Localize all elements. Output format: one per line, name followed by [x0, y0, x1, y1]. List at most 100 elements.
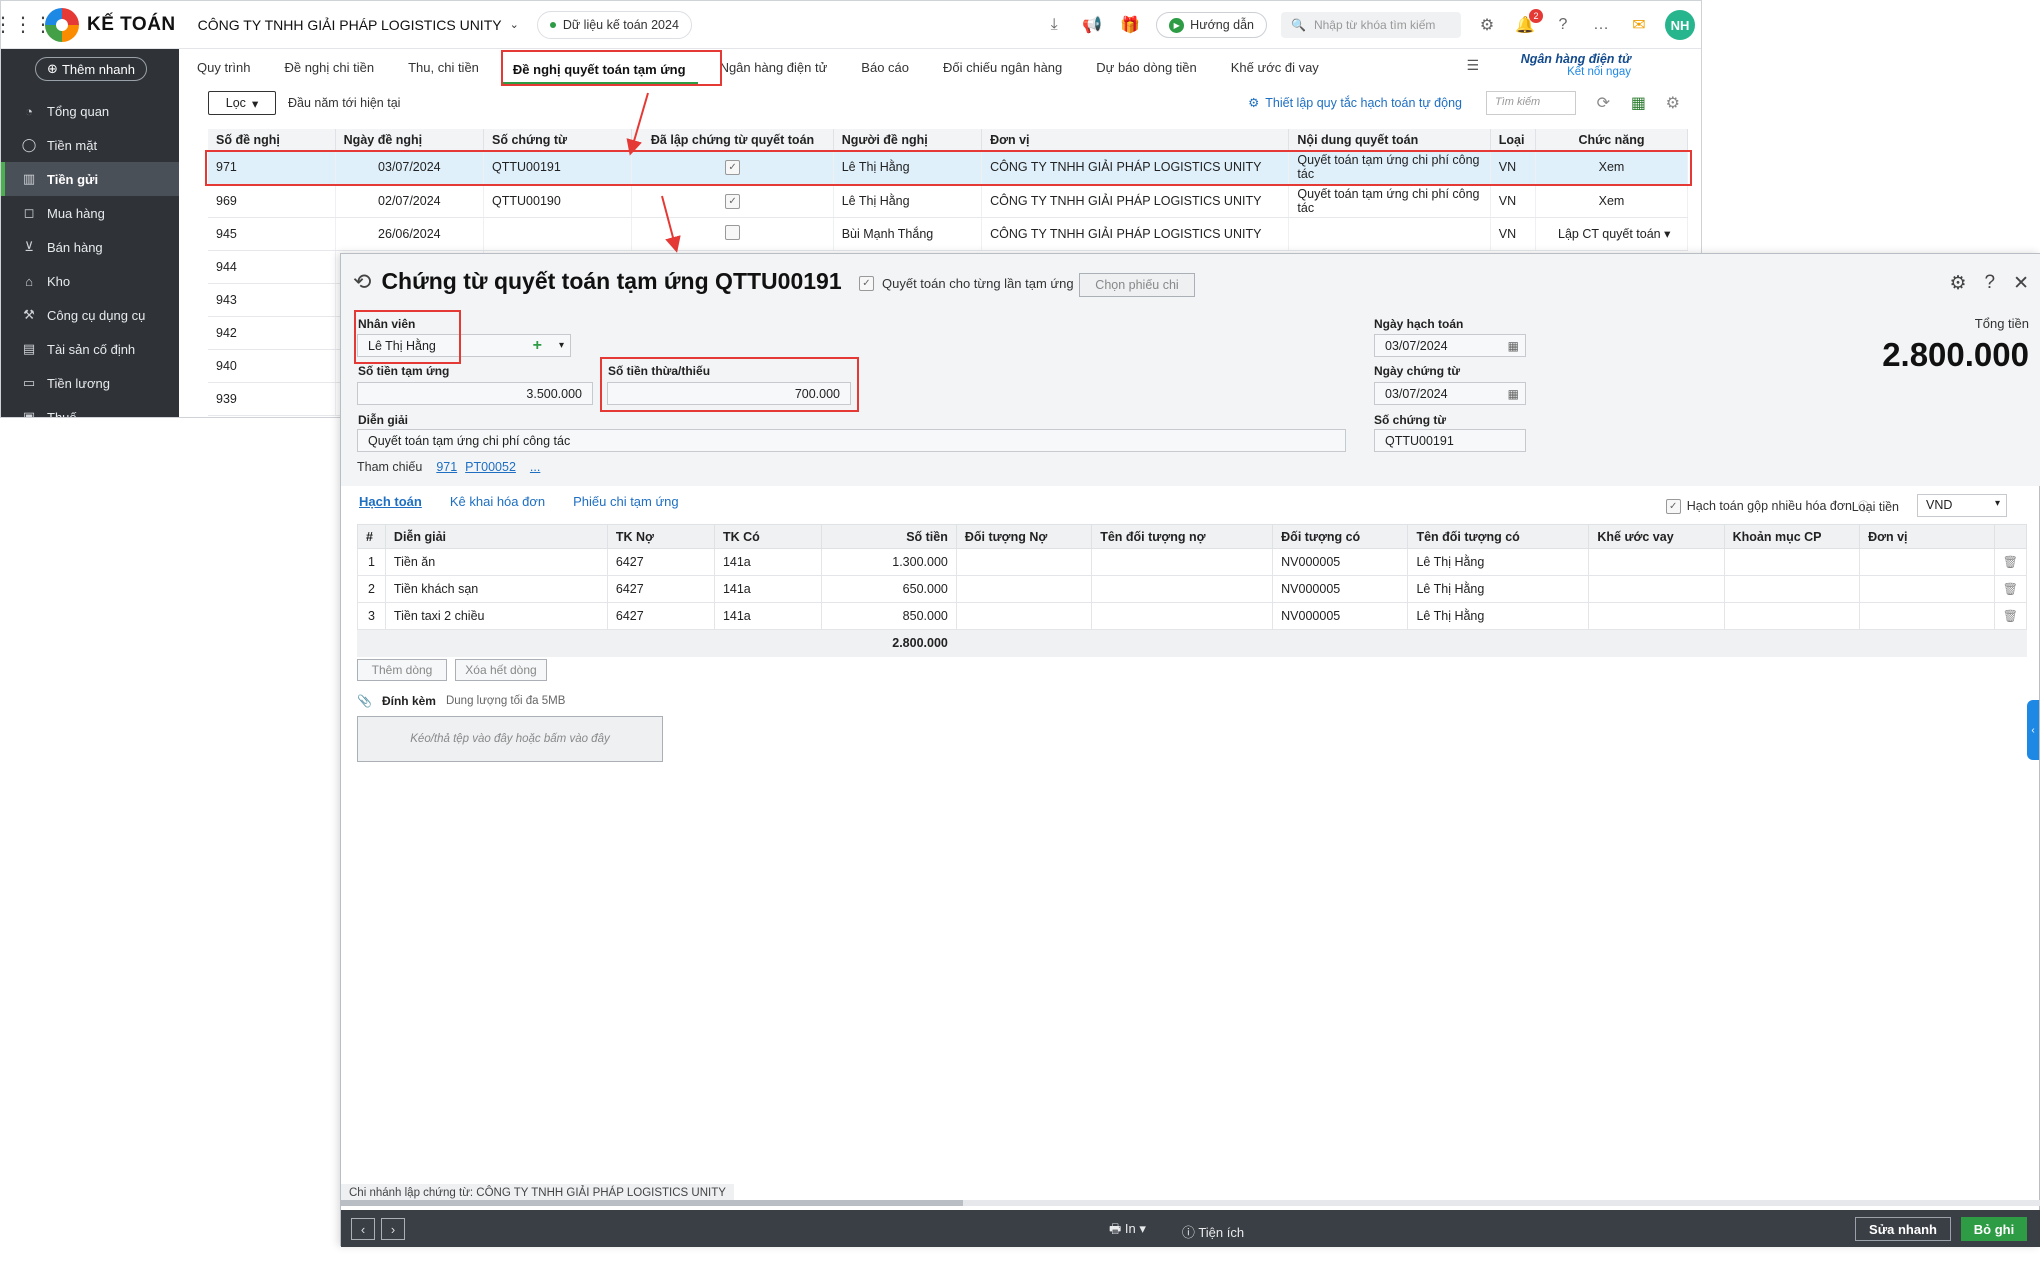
- global-search-input[interactable]: 🔍 Nhập từ khóa tìm kiếm: [1281, 12, 1461, 38]
- column-header[interactable]: Đã lập chứng từ quyết toán: [631, 129, 834, 151]
- megaphone-icon[interactable]: 📢: [1080, 13, 1104, 37]
- column-header[interactable]: Đơn vị: [981, 129, 1290, 151]
- detail-amount[interactable]: 650.000: [820, 575, 957, 603]
- chevron-down-icon[interactable]: ⌄: [510, 18, 519, 31]
- detail-desc[interactable]: Tiền ăn: [384, 548, 608, 576]
- detail-obj_c_name[interactable]: Lê Thị Hằng: [1407, 602, 1590, 630]
- sidebar-item[interactable]: ▥ Tiền gửi: [1, 162, 179, 196]
- settings-gear-icon[interactable]: ⚙: [1949, 272, 1966, 295]
- detail-credit[interactable]: 141a: [713, 548, 822, 576]
- module-tab[interactable]: Ngân hàng điện tử: [720, 49, 828, 85]
- table-row[interactable]: 945 26/06/2024 Bùi Mạnh Thắng CÔNG TY TNHH …: [208, 217, 1688, 251]
- print-button[interactable]: 🖶 In ▾: [1109, 1220, 1146, 1242]
- choose-payment-button[interactable]: Chọn phiếu chi: [1079, 273, 1195, 297]
- gift-icon[interactable]: 🎁: [1118, 13, 1142, 37]
- calendar-icon[interactable]: ▦: [1508, 339, 1519, 353]
- chat-icon[interactable]: …: [1589, 13, 1613, 37]
- doc-date-field[interactable]: 03/07/2024 ▦: [1374, 382, 1526, 405]
- sidebar-item[interactable]: ⚒ Công cụ dụng cụ: [1, 298, 179, 332]
- request-number-link[interactable]: 944: [208, 250, 336, 284]
- notification-bell-icon[interactable]: 🔔 2: [1513, 9, 1543, 37]
- guide-button[interactable]: ▶ Hướng dẫn: [1156, 12, 1267, 38]
- detail-credit[interactable]: 141a: [713, 575, 822, 603]
- column-header[interactable]: Chức năng: [1535, 129, 1688, 151]
- sidebar-item[interactable]: ◯ Tiền mặt: [1, 128, 179, 162]
- detail-tab[interactable]: Phiếu chi tạm ứng: [573, 494, 679, 509]
- checkbox-empty-icon[interactable]: [725, 224, 741, 240]
- detail-debit[interactable]: 6427: [606, 602, 715, 630]
- utility-button[interactable]: ⓘ Tiện ích: [1182, 1222, 1244, 1241]
- settings-gear-icon[interactable]: ⚙: [1475, 13, 1499, 37]
- reference-link[interactable]: PT00052: [465, 460, 516, 474]
- detail-amount[interactable]: 1.300.000: [820, 548, 957, 576]
- trash-icon[interactable]: 🗑: [1993, 602, 2028, 630]
- auto-rule-link[interactable]: ⚙ Thiết lập quy tắc hạch toán tự động: [1248, 95, 1462, 111]
- detail-empty-cell[interactable]: [1723, 548, 1861, 576]
- sidebar-item[interactable]: ▤ Tài sản cố định: [1, 332, 179, 366]
- sidebar-item[interactable]: ▭ Tiền lương: [1, 366, 179, 400]
- per-advance-checkbox[interactable]: ✓ Quyết toán cho từng lần tạm ứng: [859, 276, 1074, 291]
- detail-empty-cell[interactable]: [1859, 602, 1995, 630]
- detail-empty-cell[interactable]: [1588, 548, 1725, 576]
- history-icon[interactable]: ⟲: [353, 269, 371, 295]
- action-link[interactable]: Lập CT quyết toán ▾: [1535, 217, 1688, 251]
- detail-empty-cell[interactable]: [1588, 575, 1725, 603]
- detail-obj_c[interactable]: NV000005: [1272, 602, 1409, 630]
- trash-icon[interactable]: 🗑: [1993, 575, 2028, 603]
- help-icon[interactable]: ?: [1985, 272, 1996, 295]
- document-number-link[interactable]: QTTU00190: [483, 184, 633, 218]
- scroll-thumb[interactable]: [341, 1200, 963, 1206]
- detail-empty-cell[interactable]: [1588, 602, 1725, 630]
- detail-tab[interactable]: Kê khai hóa đơn: [450, 494, 545, 509]
- detail-desc[interactable]: Tiền khách sạn: [384, 575, 608, 603]
- detail-row[interactable]: 1 Tiền ăn 6427 141a 1.300.000 NV000005 Lê Thị …: [357, 548, 2028, 576]
- quick-add-button[interactable]: ⊕ Thêm nhanh: [35, 57, 147, 81]
- trash-icon[interactable]: 🗑: [1993, 548, 2028, 576]
- excel-icon[interactable]: ▦: [1631, 93, 1646, 113]
- company-name[interactable]: CÔNG TY TNHH GIẢI PHÁP LOGISTICS UNITY: [198, 17, 502, 33]
- column-header[interactable]: Ngày đề nghị: [335, 129, 485, 151]
- detail-obj_c_name[interactable]: Lê Thị Hằng: [1407, 575, 1590, 603]
- detail-obj_c[interactable]: NV000005: [1272, 575, 1409, 603]
- side-panel-toggle[interactable]: ‹: [2027, 700, 2039, 760]
- module-tab[interactable]: Đối chiếu ngân hàng: [943, 49, 1062, 85]
- quick-edit-button[interactable]: Sửa nhanh: [1855, 1217, 1951, 1241]
- currency-select[interactable]: VND: [1917, 494, 2007, 517]
- post-date-field[interactable]: 03/07/2024 ▦: [1374, 334, 1526, 357]
- detail-row[interactable]: 2 Tiền khách sạn 6427 141a 650.000 NV000005 Lê…: [357, 575, 2028, 603]
- clear-rows-button[interactable]: Xóa hết dòng: [455, 659, 547, 681]
- filter-button[interactable]: Lọc ▾: [208, 91, 276, 115]
- detail-empty-cell[interactable]: [1091, 548, 1274, 576]
- next-record-button[interactable]: ›: [381, 1218, 405, 1240]
- checkbox-checked-icon[interactable]: ✓: [725, 193, 741, 209]
- detail-empty-cell[interactable]: [1091, 602, 1274, 630]
- detail-empty-cell[interactable]: [1859, 548, 1995, 576]
- detail-debit[interactable]: 6427: [606, 575, 715, 603]
- detail-credit[interactable]: 141a: [713, 602, 822, 630]
- detail-empty-cell[interactable]: [955, 548, 1093, 576]
- request-number-link[interactable]: 939: [208, 382, 336, 416]
- request-number-link[interactable]: 969: [208, 184, 336, 218]
- sidebar-item[interactable]: ⌂ Kho: [1, 264, 179, 298]
- close-icon[interactable]: ✕: [2013, 272, 2029, 295]
- advance-field[interactable]: 3.500.000: [357, 382, 593, 405]
- file-dropzone[interactable]: Kéo/thả tệp vào đây hoặc bấm vào đây: [357, 716, 663, 762]
- prev-record-button[interactable]: ‹: [351, 1218, 375, 1240]
- list-search-input[interactable]: Tìm kiếm: [1486, 91, 1576, 115]
- column-header[interactable]: Số chứng từ: [483, 129, 633, 151]
- module-tab[interactable]: Quy trình: [197, 49, 250, 85]
- sidebar-item[interactable]: ▣ Thuế: [1, 400, 179, 417]
- detail-no[interactable]: 3: [357, 602, 386, 630]
- period-label[interactable]: Đầu năm tới hiện tại: [288, 96, 400, 110]
- user-avatar[interactable]: NH: [1665, 10, 1695, 40]
- detail-tab[interactable]: Hạch toán: [359, 494, 422, 509]
- table-row[interactable]: 969 02/07/2024 QTTU00190 ✓ Lê Thị Hằng CÔNG T…: [208, 184, 1688, 218]
- column-header[interactable]: Số đề nghị: [208, 129, 336, 151]
- help-icon[interactable]: ?: [1551, 13, 1575, 37]
- detail-empty-cell[interactable]: [1091, 575, 1274, 603]
- action-link[interactable]: Xem: [1535, 184, 1688, 218]
- module-tab[interactable]: Dự báo dòng tiền: [1096, 49, 1197, 85]
- download-icon[interactable]: ⤓: [1042, 13, 1066, 37]
- module-tab[interactable]: Khế ước đi vay: [1231, 49, 1319, 85]
- e-banking-link[interactable]: Ngân hàng điện tử Kết nối ngay: [1521, 53, 1631, 79]
